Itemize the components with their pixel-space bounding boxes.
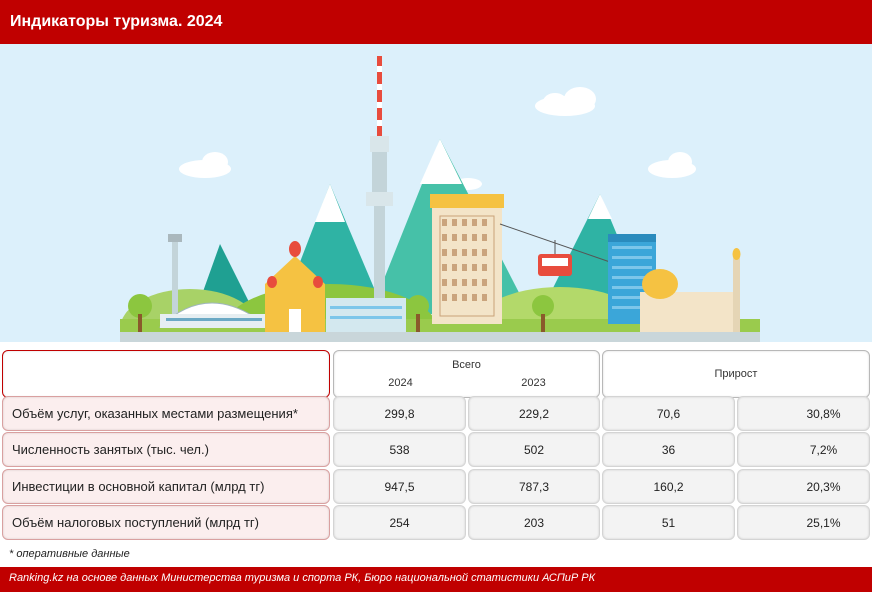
cell-value: 254: [389, 515, 410, 530]
table-cell-2023: 787,3: [468, 469, 600, 504]
indicators-table: Всего 2024 2023 Прирост Объём услуг, ока…: [0, 342, 872, 542]
table-cell-growth-pct: 30,8%: [737, 396, 870, 431]
row-label-text: Объём налоговых поступлений (млрд тг): [12, 515, 259, 530]
source-text: Ranking.kz на основе данных Министерства…: [9, 572, 596, 584]
table-cell-growth-abs: 70,6: [602, 396, 735, 431]
page-title: Индикаторы туризма. 2024: [10, 13, 223, 30]
table-row-label: Численность занятых (тыс. чел.): [2, 432, 330, 467]
table-cell-2023: 502: [468, 432, 600, 467]
table-row-label: Инвестиции в основной капитал (млрд тг): [2, 469, 330, 504]
table-cell-growth-pct: 20,3%: [737, 469, 870, 504]
cell-value: 299,8: [384, 406, 415, 421]
table-row-label: Объём налоговых поступлений (млрд тг): [2, 505, 330, 540]
cell-value: 51: [661, 515, 676, 530]
table-cell-2024: 254: [333, 505, 466, 540]
footer-bar: Ranking.kz на основе данных Министерства…: [0, 567, 872, 592]
table-row-label: Объём услуг, оказанных местами размещени…: [2, 396, 330, 431]
cell-value: 203: [523, 515, 545, 530]
table-cell-growth-abs: 160,2: [602, 469, 735, 504]
cell-value: 36: [661, 442, 676, 457]
cell-value: 787,3: [518, 479, 550, 494]
cell-value: 30,8%: [806, 406, 841, 421]
cell-value: 25,1%: [806, 515, 841, 530]
table-cell-2024: 299,8: [333, 396, 466, 431]
table-cell-2023: 229,2: [468, 396, 600, 431]
header-label-cell: [2, 350, 330, 398]
row-label-text: Объём услуг, оказанных местами размещени…: [12, 406, 298, 421]
cell-value: 947,5: [384, 479, 415, 494]
table-cell-2023: 203: [468, 505, 600, 540]
header-year-2023: 2023: [521, 377, 546, 389]
header-year-2024: 2024: [388, 377, 413, 389]
table-cell-2024: 947,5: [333, 469, 466, 504]
row-label-text: Численность занятых (тыс. чел.): [12, 442, 209, 457]
cell-value: 70,6: [656, 406, 681, 421]
header-growth-group: Прирост: [602, 350, 870, 398]
cell-value: 7,2%: [809, 442, 838, 457]
cell-value: 20,3%: [806, 479, 841, 494]
table-cell-growth-abs: 51: [602, 505, 735, 540]
footnote: * оперативные данные: [9, 548, 130, 560]
header-total-group: Всего 2024 2023: [333, 350, 600, 398]
cell-value: 538: [389, 442, 410, 457]
cell-value: 229,2: [518, 406, 550, 421]
header-bar: Индикаторы туризма. 2024: [0, 0, 872, 44]
table-cell-growth-pct: 25,1%: [737, 505, 870, 540]
header-total-label: Всего: [452, 359, 481, 371]
table-cell-growth-abs: 36: [602, 432, 735, 467]
city-skyline-illustration: [120, 56, 760, 342]
table-cell-growth-pct: 7,2%: [737, 432, 870, 467]
header-growth-label: Прирост: [714, 368, 758, 380]
cell-value: 160,2: [653, 479, 684, 494]
table-cell-2024: 538: [333, 432, 466, 467]
row-label-text: Инвестиции в основной капитал (млрд тг): [12, 479, 265, 494]
hero-illustration: [0, 44, 872, 342]
cell-value: 502: [523, 442, 545, 457]
